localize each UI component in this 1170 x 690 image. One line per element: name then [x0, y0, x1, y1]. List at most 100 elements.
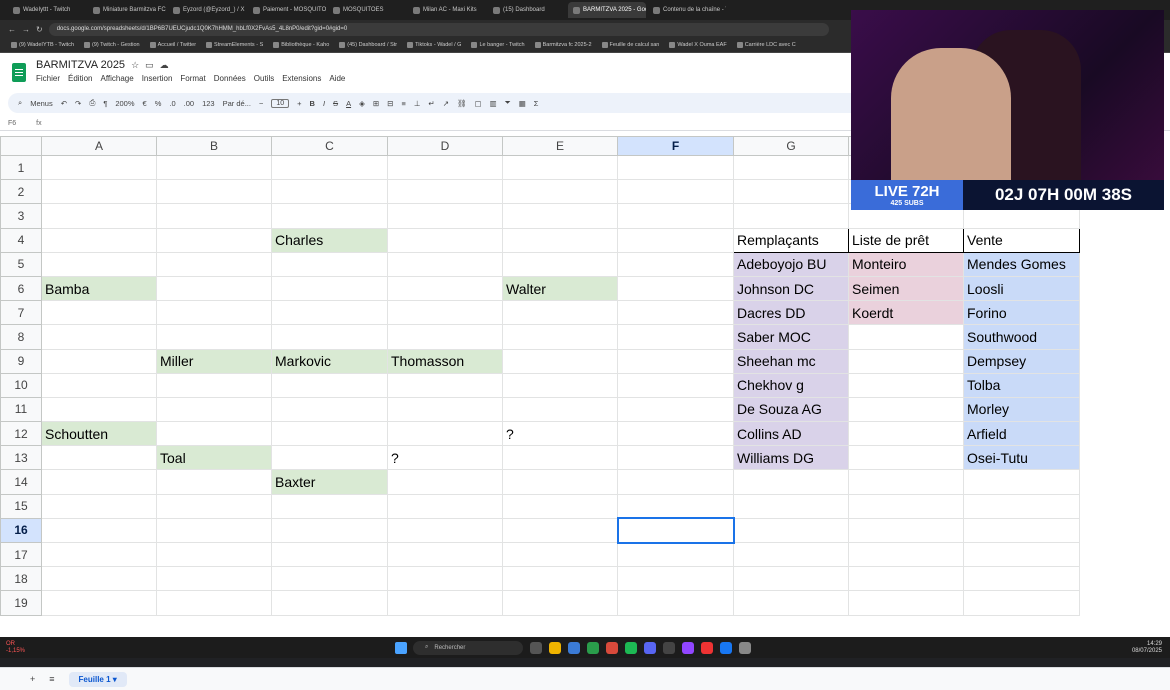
- increase-decimal-button[interactable]: .00: [184, 99, 194, 108]
- align-icon[interactable]: ≡: [401, 99, 405, 108]
- cell[interactable]: [848, 396, 964, 423]
- link-icon[interactable]: ⛓: [457, 99, 467, 108]
- row-header[interactable]: 10: [0, 372, 42, 398]
- cell[interactable]: [848, 541, 964, 568]
- cell[interactable]: [617, 590, 734, 616]
- cell[interactable]: [41, 203, 157, 229]
- menu-item[interactable]: Format: [180, 74, 205, 83]
- menu-item[interactable]: Aide: [329, 74, 345, 83]
- cell[interactable]: Mendes Gomes: [963, 251, 1080, 277]
- row-header[interactable]: 9: [0, 348, 42, 374]
- cell[interactable]: [41, 300, 157, 326]
- cell[interactable]: [156, 590, 272, 616]
- cell[interactable]: [387, 203, 503, 229]
- cell[interactable]: Remplaçants: [733, 227, 849, 253]
- cell[interactable]: [733, 179, 849, 205]
- doc-title[interactable]: BARMITZVA 2025: [36, 59, 125, 71]
- more-formats-button[interactable]: 123: [202, 99, 215, 108]
- bold-button[interactable]: B: [310, 99, 315, 108]
- cell[interactable]: [156, 251, 272, 277]
- cell[interactable]: [848, 445, 964, 471]
- cell[interactable]: [156, 469, 272, 495]
- cell[interactable]: [502, 445, 618, 471]
- row-header[interactable]: 4: [0, 227, 42, 253]
- menu-item[interactable]: Fichier: [36, 74, 60, 83]
- cell[interactable]: [617, 541, 734, 568]
- cell[interactable]: [271, 396, 388, 423]
- cell[interactable]: [617, 421, 734, 447]
- row-header[interactable]: 11: [0, 396, 42, 423]
- cell[interactable]: [41, 179, 157, 205]
- strikethrough-button[interactable]: S: [333, 99, 338, 108]
- app-icon-blue[interactable]: [720, 641, 732, 654]
- cell[interactable]: [387, 251, 503, 277]
- all-sheets-button[interactable]: ≡: [49, 674, 54, 684]
- cell[interactable]: [848, 348, 964, 374]
- cell[interactable]: [271, 324, 388, 350]
- cell[interactable]: [271, 203, 388, 229]
- zoom-select[interactable]: 200%: [115, 99, 134, 108]
- cell[interactable]: [617, 324, 734, 350]
- menus-search-label[interactable]: Menus: [30, 99, 53, 108]
- cell[interactable]: [733, 154, 849, 181]
- functions-button[interactable]: Σ: [534, 99, 539, 108]
- cell[interactable]: [41, 348, 157, 374]
- menu-item[interactable]: Extensions: [282, 74, 321, 83]
- wrap-icon[interactable]: ↵: [428, 99, 434, 108]
- cell[interactable]: Thomasson: [387, 348, 503, 374]
- cell[interactable]: [502, 154, 618, 181]
- cell[interactable]: [502, 227, 618, 253]
- column-header[interactable]: C: [271, 136, 388, 156]
- cell[interactable]: [502, 324, 618, 350]
- borders-icon[interactable]: ⊞: [373, 99, 379, 108]
- cell[interactable]: [617, 300, 734, 326]
- browser-tab[interactable]: Paiement - MOSQUITOES: [248, 2, 326, 18]
- cell[interactable]: [41, 396, 157, 423]
- cell[interactable]: [963, 541, 1080, 568]
- bookmark-item[interactable]: Bibliothèque - Kaho: [270, 42, 332, 48]
- cell[interactable]: Johnson DC: [733, 275, 849, 302]
- chart-icon[interactable]: ▥: [490, 99, 497, 108]
- percent-button[interactable]: %: [155, 99, 162, 108]
- cell[interactable]: Morley: [963, 396, 1080, 423]
- cell[interactable]: [387, 396, 503, 423]
- browser-tab[interactable]: Contenu de la chaîne - YouTub: [648, 2, 726, 18]
- row-header[interactable]: 2: [0, 179, 42, 205]
- filter-icon[interactable]: ⏷: [505, 98, 511, 108]
- bookmark-item[interactable]: Accueil / Twitter: [147, 42, 199, 48]
- cell[interactable]: [963, 469, 1080, 495]
- font-size-field[interactable]: 10: [271, 98, 290, 108]
- windows-start-icon[interactable]: [395, 641, 407, 654]
- undo-icon[interactable]: ↶: [61, 99, 67, 108]
- file-explorer-icon[interactable]: [549, 641, 561, 654]
- cell[interactable]: [41, 469, 157, 495]
- row-header[interactable]: 16: [0, 517, 42, 544]
- cell[interactable]: ?: [387, 445, 503, 471]
- cell[interactable]: [848, 421, 964, 447]
- font-select[interactable]: Par dé...: [223, 99, 251, 108]
- discord-icon[interactable]: [644, 641, 656, 654]
- cell[interactable]: [156, 566, 272, 592]
- cell[interactable]: [502, 203, 618, 229]
- chrome-icon[interactable]: [587, 641, 599, 654]
- add-sheet-button[interactable]: +: [30, 674, 35, 684]
- youtube-icon[interactable]: [701, 641, 713, 654]
- menu-item[interactable]: Insertion: [142, 74, 173, 83]
- cell[interactable]: Baxter: [271, 469, 388, 495]
- redo-icon[interactable]: ↷: [75, 99, 81, 108]
- cell[interactable]: Bamba: [41, 275, 157, 302]
- comment-icon[interactable]: ▢: [475, 99, 482, 108]
- cell[interactable]: Koerdt: [848, 300, 964, 326]
- cell[interactable]: Toal: [156, 445, 272, 471]
- row-header[interactable]: 15: [0, 493, 42, 519]
- cell[interactable]: [502, 179, 618, 205]
- app-icon-gray[interactable]: [739, 641, 751, 654]
- cell[interactable]: [156, 154, 272, 181]
- url-field[interactable]: docs.google.com/spreadsheets/d/1BP6B7UEU…: [48, 22, 829, 36]
- browser-tab[interactable]: BARMITZVA 2025 - Google Sh: [568, 2, 646, 18]
- cell[interactable]: [41, 590, 157, 616]
- row-header[interactable]: 13: [0, 445, 42, 471]
- column-header[interactable]: A: [41, 136, 157, 156]
- cell[interactable]: Saber MOC: [733, 324, 849, 350]
- cell[interactable]: [616, 517, 735, 544]
